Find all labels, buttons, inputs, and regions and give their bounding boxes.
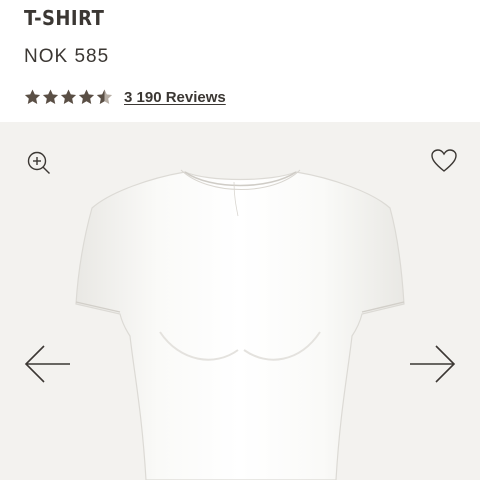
product-header: T-SHIRT NOK 585 3 190 Reviews [0,0,480,122]
star-icon [60,89,77,105]
star-icon [78,89,95,105]
arrow-left-icon[interactable] [24,344,72,389]
star-half-icon [96,89,113,105]
heart-icon[interactable] [430,148,458,179]
star-icon [24,89,41,105]
star-icon [42,89,59,105]
arrow-right-icon[interactable] [408,344,456,389]
product-image [75,169,405,480]
reviews-link[interactable]: 3 190 Reviews [124,89,226,106]
product-price: NOK 585 [24,46,110,67]
product-gallery[interactable] [0,122,480,480]
rating-stars [24,89,113,105]
rating-row: 3 190 Reviews [24,86,226,108]
product-title: T-SHIRT [24,6,105,30]
zoom-in-icon[interactable] [26,150,52,181]
